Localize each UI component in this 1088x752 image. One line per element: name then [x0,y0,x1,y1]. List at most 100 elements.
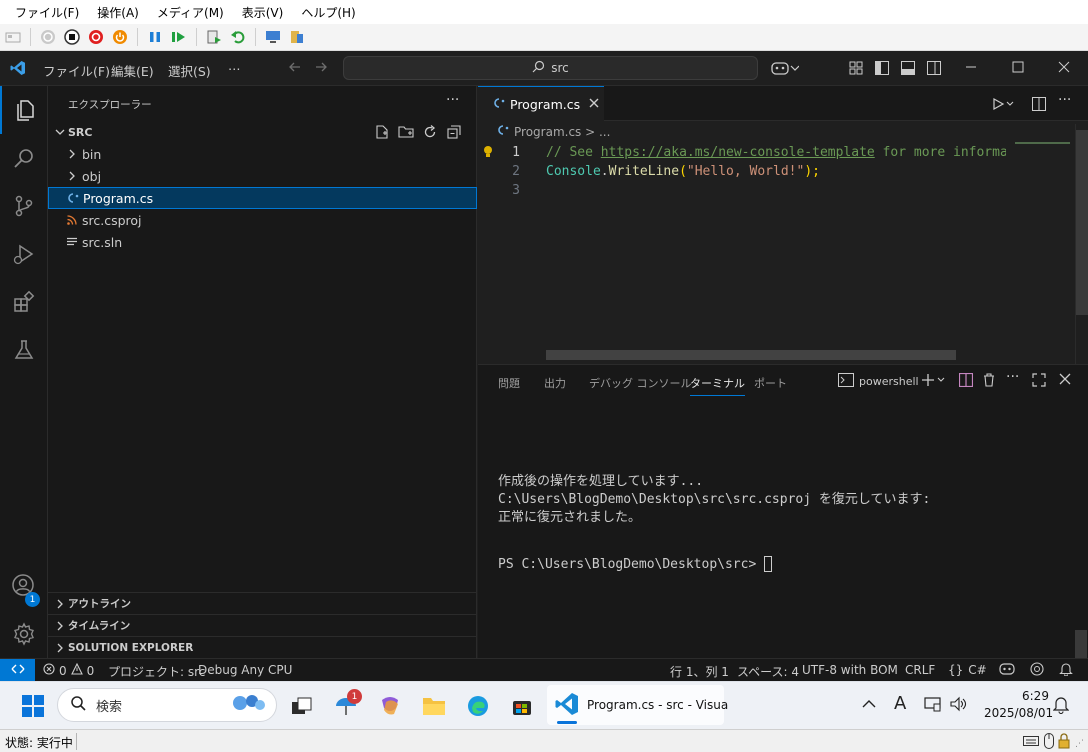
run-debug-icon[interactable] [0,230,48,278]
host-menu-view[interactable]: 表示(V) [233,4,293,21]
tree-item-src-csproj[interactable]: src.csproj [48,209,477,231]
windows-start-icon[interactable] [22,695,44,720]
panel-more-actions-icon[interactable]: ··· [1006,369,1019,385]
volume-icon[interactable] [950,696,968,715]
copilot-app-icon[interactable] [372,688,408,724]
section-timeline[interactable]: タイムライン [48,614,477,636]
breadcrumb[interactable]: Program.cs > ... [496,124,610,139]
share-icon[interactable] [288,28,306,46]
close-window-icon[interactable] [1058,61,1070,76]
section-solution-explorer[interactable]: SOLUTION EXPLORER [48,636,477,658]
task-view-icon[interactable] [284,688,320,724]
tree-item-src-sln[interactable]: src.sln [48,231,477,253]
terminal-scrollbar-thumb[interactable] [1075,630,1087,658]
revert-icon[interactable] [229,28,247,46]
indentation[interactable]: スペース: 4 [737,663,799,680]
customize-layout-icon[interactable] [849,61,863,78]
terminal-instance[interactable]: powershell [838,373,919,390]
maximize-icon[interactable] [1012,61,1024,76]
notification-bell-icon[interactable] [1052,696,1070,717]
clock-date[interactable]: 2025/08/01 [984,706,1053,720]
collapse-all-icon[interactable] [446,124,462,143]
host-menu-file[interactable]: ファイル(F) [6,4,88,21]
host-menu-action[interactable]: 操作(A) [88,4,148,21]
ports-forward-icon[interactable] [1030,662,1044,679]
tree-item-program-cs[interactable]: Program.cs [48,187,477,209]
source-control-icon[interactable] [0,182,48,230]
tab-problems[interactable]: 問題 [498,375,520,391]
checkpoint-icon[interactable] [205,28,223,46]
copilot-status-icon[interactable] [999,662,1015,679]
explorer-icon[interactable] [0,86,48,134]
remote-indicator[interactable] [0,659,35,681]
menu-more[interactable]: … [228,58,241,73]
scrollbar-thumb[interactable] [1076,130,1088,315]
encoding[interactable]: UTF-8 with BOM [802,663,898,677]
settings-gear-icon[interactable] [0,610,48,658]
power-icon[interactable] [111,28,129,46]
minimize-icon[interactable] [965,61,977,76]
notifications-bell-icon[interactable] [1059,662,1073,679]
menu-edit[interactable]: 編集(E) [111,61,154,80]
tab-output[interactable]: 出力 [544,375,566,391]
accounts-icon[interactable]: 1 [0,562,48,610]
taskbar-search-box[interactable]: 検索 [57,688,277,722]
editor-vertical-scrollbar[interactable] [1075,124,1088,364]
code-link[interactable]: https://aka.ms/new-console-template [601,145,875,160]
code-line-1[interactable]: // See https://aka.ms/new-console-templa… [546,145,1006,160]
language-mode[interactable]: {} C# [948,663,987,677]
command-center-search[interactable]: src [343,56,758,80]
extensions-icon[interactable] [0,278,48,326]
turn-off-icon[interactable] [63,28,81,46]
toggle-secondary-sidebar-icon[interactable] [927,61,941,78]
cursor-position[interactable]: 行 1、列 1 [670,663,729,680]
split-terminal-icon[interactable] [958,372,974,390]
copilot-icon[interactable] [771,60,800,79]
new-terminal-icon[interactable] [921,373,947,390]
tab-terminal[interactable]: ターミナル [690,375,745,396]
project-indicator[interactable]: プロジェクト: src [108,663,205,680]
show-hidden-icons-chevron-icon[interactable] [862,698,876,712]
ime-mode-indicator[interactable]: A [894,693,906,714]
tab-ports[interactable]: ポート [754,375,787,391]
host-menu-media[interactable]: メディア(M) [148,4,233,21]
menu-selection[interactable]: 選択(S) [168,61,211,80]
clock-time[interactable]: 6:29 [1022,689,1049,703]
maximize-panel-icon[interactable] [1032,373,1046,390]
editor-horizontal-scrollbar[interactable] [546,350,956,360]
sidebar-more-actions-icon[interactable]: ··· [446,92,459,108]
tab-debug-console[interactable]: デバッグ コンソール [589,375,692,391]
close-panel-icon[interactable] [1059,373,1071,388]
build-config[interactable]: Debug Any CPU [198,663,292,677]
forward-arrow-icon[interactable] [314,60,328,77]
taskbar-app-vscode[interactable]: Program.cs - src - Visua [547,685,728,725]
network-icon[interactable] [924,696,942,715]
minimap[interactable] [1005,124,1075,364]
back-arrow-icon[interactable] [288,60,302,77]
kill-terminal-trash-icon[interactable] [983,373,995,390]
tab-program-cs[interactable]: Program.cs [478,86,604,121]
menu-file[interactable]: ファイル(F) [43,61,110,80]
refresh-icon[interactable] [422,124,438,143]
toggle-primary-sidebar-icon[interactable] [875,61,889,78]
weather-widget-icon[interactable]: 1 [328,688,364,724]
host-menu-help[interactable]: ヘルプ(H) [292,4,364,21]
split-editor-icon[interactable] [1032,97,1046,114]
testing-flask-icon[interactable] [0,326,48,374]
pause-icon[interactable] [146,28,164,46]
terminal-prompt[interactable]: PS C:\Users\BlogDemo\Desktop\src> [498,556,773,572]
close-tab-icon[interactable] [589,97,599,111]
editor-more-actions-icon[interactable]: ··· [1058,92,1071,108]
enhanced-session-icon[interactable] [264,28,282,46]
microsoft-store-icon[interactable] [504,688,540,724]
problems-indicator[interactable]: 0 0 [43,662,94,678]
edge-browser-icon[interactable] [460,688,496,724]
tree-item-bin[interactable]: bin [48,143,477,165]
toggle-panel-icon[interactable] [901,61,915,78]
resume-icon[interactable] [170,28,188,46]
start-icon[interactable] [39,28,57,46]
tree-item-obj[interactable]: obj [48,165,477,187]
end-of-line[interactable]: CRLF [905,663,935,677]
file-explorer-icon[interactable] [416,688,452,724]
ctrl-alt-del-icon[interactable] [4,28,22,46]
